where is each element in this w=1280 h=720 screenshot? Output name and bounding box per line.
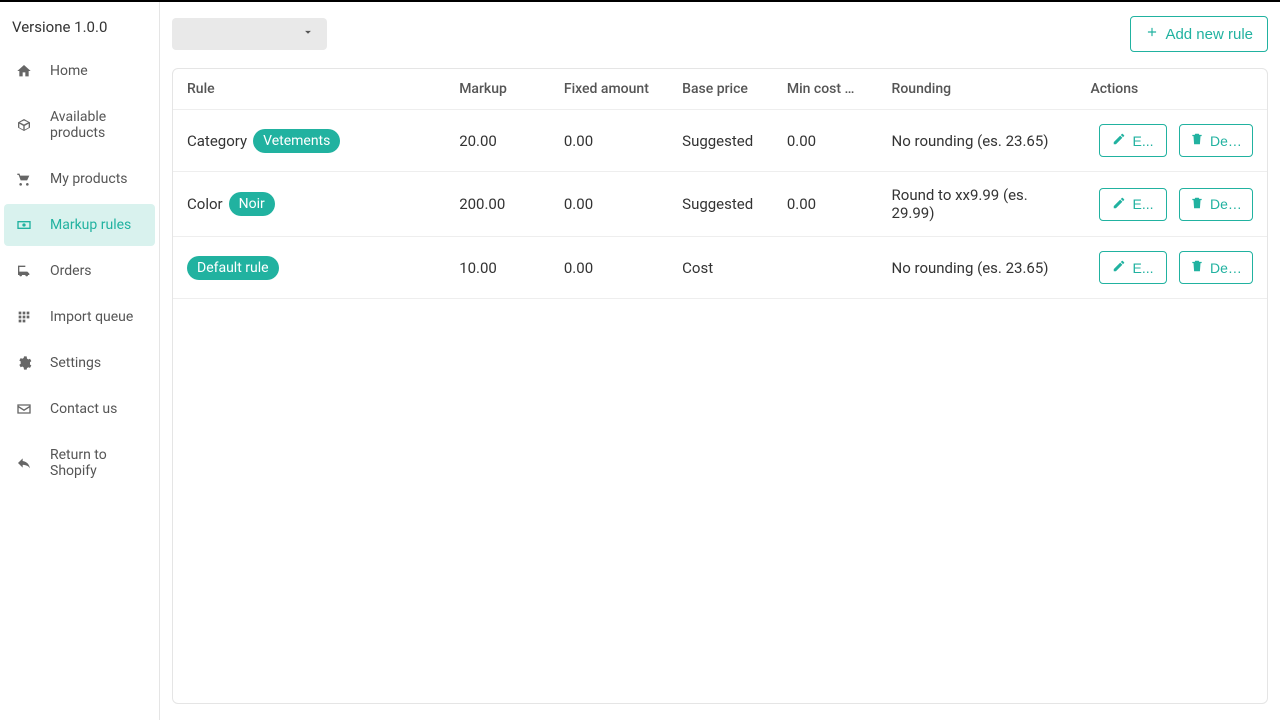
edit-button[interactable]: E...	[1099, 188, 1167, 221]
th-actions: Actions	[1076, 69, 1267, 110]
table-row: ColorNoir200.000.00Suggested0.00Round to…	[173, 172, 1267, 237]
sidebar-item-available-products[interactable]: Available products	[4, 96, 155, 154]
sidebar-item-settings[interactable]: Settings	[4, 342, 155, 384]
round-cell: Round to xx9.99 (es. 29.99)	[878, 172, 1077, 237]
edit-button[interactable]: E...	[1099, 124, 1167, 157]
th-base: Base price	[668, 69, 773, 110]
rule-tag: Default rule	[187, 256, 279, 280]
sidebar-item-markup-rules[interactable]: Markup rules	[4, 204, 155, 246]
fixed-cell: 0.00	[550, 237, 668, 299]
rule-tag: Noir	[229, 192, 275, 216]
filter-select[interactable]	[172, 18, 327, 50]
sidebar-item-label: Import queue	[50, 309, 133, 325]
edit-icon	[1112, 132, 1126, 149]
markup-cell: 20.00	[445, 110, 550, 172]
delete-button[interactable]: Del...	[1179, 188, 1253, 221]
delete-button[interactable]: Del...	[1179, 251, 1253, 284]
home-icon	[16, 63, 32, 79]
table-row: CategoryVetements20.000.00Suggested0.00N…	[173, 110, 1267, 172]
add-new-rule-button[interactable]: Add new rule	[1130, 16, 1268, 52]
gear-icon	[16, 355, 32, 371]
window-topbar	[0, 0, 1280, 2]
sidebar-item-return-to-shopify[interactable]: Return to Shopify	[4, 434, 155, 492]
money-icon	[16, 217, 32, 233]
edit-label: E...	[1132, 260, 1153, 276]
markup-cell: 10.00	[445, 237, 550, 299]
grid-icon	[16, 309, 32, 325]
base-cell: Cost	[668, 237, 773, 299]
sidebar-item-label: Return to Shopify	[50, 447, 143, 479]
table-row: Default rule 10.000.00Cost No rounding (es…	[173, 237, 1267, 299]
delete-label: Del...	[1210, 133, 1242, 149]
sidebar-item-label: Settings	[50, 355, 101, 371]
chevron-down-icon	[301, 25, 315, 43]
min-cell: 0.00	[773, 110, 878, 172]
base-cell: Suggested	[668, 172, 773, 237]
edit-label: E...	[1132, 133, 1153, 149]
rules-table-container: Rule Markup Fixed amount Base price Min …	[172, 68, 1268, 704]
delete-label: Del...	[1210, 260, 1242, 276]
round-cell: No rounding (es. 23.65)	[878, 237, 1077, 299]
delete-label: Del...	[1210, 196, 1242, 212]
markup-cell: 200.00	[445, 172, 550, 237]
fixed-cell: 0.00	[550, 110, 668, 172]
delete-button[interactable]: Del...	[1179, 124, 1253, 157]
app-root: Versione 1.0.0 Home Available products My …	[0, 0, 1280, 720]
base-cell: Suggested	[668, 110, 773, 172]
trash-icon	[1190, 259, 1204, 276]
sidebar-nav: Home Available products My products Markup …	[0, 50, 159, 496]
sidebar-item-label: Markup rules	[50, 217, 131, 233]
truck-icon	[16, 263, 32, 279]
edit-label: E...	[1132, 196, 1153, 212]
cart-icon	[16, 171, 32, 187]
edit-icon	[1112, 259, 1126, 276]
trash-icon	[1190, 132, 1204, 149]
th-round: Rounding	[878, 69, 1077, 110]
sidebar-item-my-products[interactable]: My products	[4, 158, 155, 200]
plus-icon	[1145, 25, 1159, 43]
sidebar: Versione 1.0.0 Home Available products My …	[0, 0, 160, 720]
th-markup: Markup	[445, 69, 550, 110]
sidebar-item-label: Orders	[50, 263, 92, 279]
version-label: Versione 1.0.0	[0, 10, 159, 50]
rule-tag: Vetements	[253, 129, 340, 153]
main-panel: Add new rule Rule Markup Fixed amount Ba…	[160, 0, 1280, 720]
add-new-rule-label: Add new rule	[1165, 26, 1253, 43]
sidebar-item-orders[interactable]: Orders	[4, 250, 155, 292]
trash-icon	[1190, 196, 1204, 213]
sidebar-item-label: Home	[50, 63, 88, 79]
sidebar-item-label: My products	[50, 171, 128, 187]
min-cell	[773, 237, 878, 299]
rule-prefix: Category	[187, 132, 247, 150]
mail-icon	[16, 401, 32, 417]
edit-icon	[1112, 196, 1126, 213]
min-cell: 0.00	[773, 172, 878, 237]
rules-table: Rule Markup Fixed amount Base price Min …	[173, 69, 1267, 299]
reply-icon	[16, 455, 32, 471]
sidebar-item-label: Available products	[50, 109, 143, 141]
th-rule: Rule	[173, 69, 445, 110]
sidebar-item-import-queue[interactable]: Import queue	[4, 296, 155, 338]
rule-prefix: Color	[187, 195, 223, 213]
th-fixed: Fixed amount	[550, 69, 668, 110]
th-min: Min cost mar...	[773, 69, 878, 110]
sidebar-item-contact-us[interactable]: Contact us	[4, 388, 155, 430]
edit-button[interactable]: E...	[1099, 251, 1167, 284]
round-cell: No rounding (es. 23.65)	[878, 110, 1077, 172]
box-icon	[16, 117, 32, 133]
sidebar-item-label: Contact us	[50, 401, 117, 417]
sidebar-item-home[interactable]: Home	[4, 50, 155, 92]
toolbar: Add new rule	[172, 16, 1268, 52]
fixed-cell: 0.00	[550, 172, 668, 237]
